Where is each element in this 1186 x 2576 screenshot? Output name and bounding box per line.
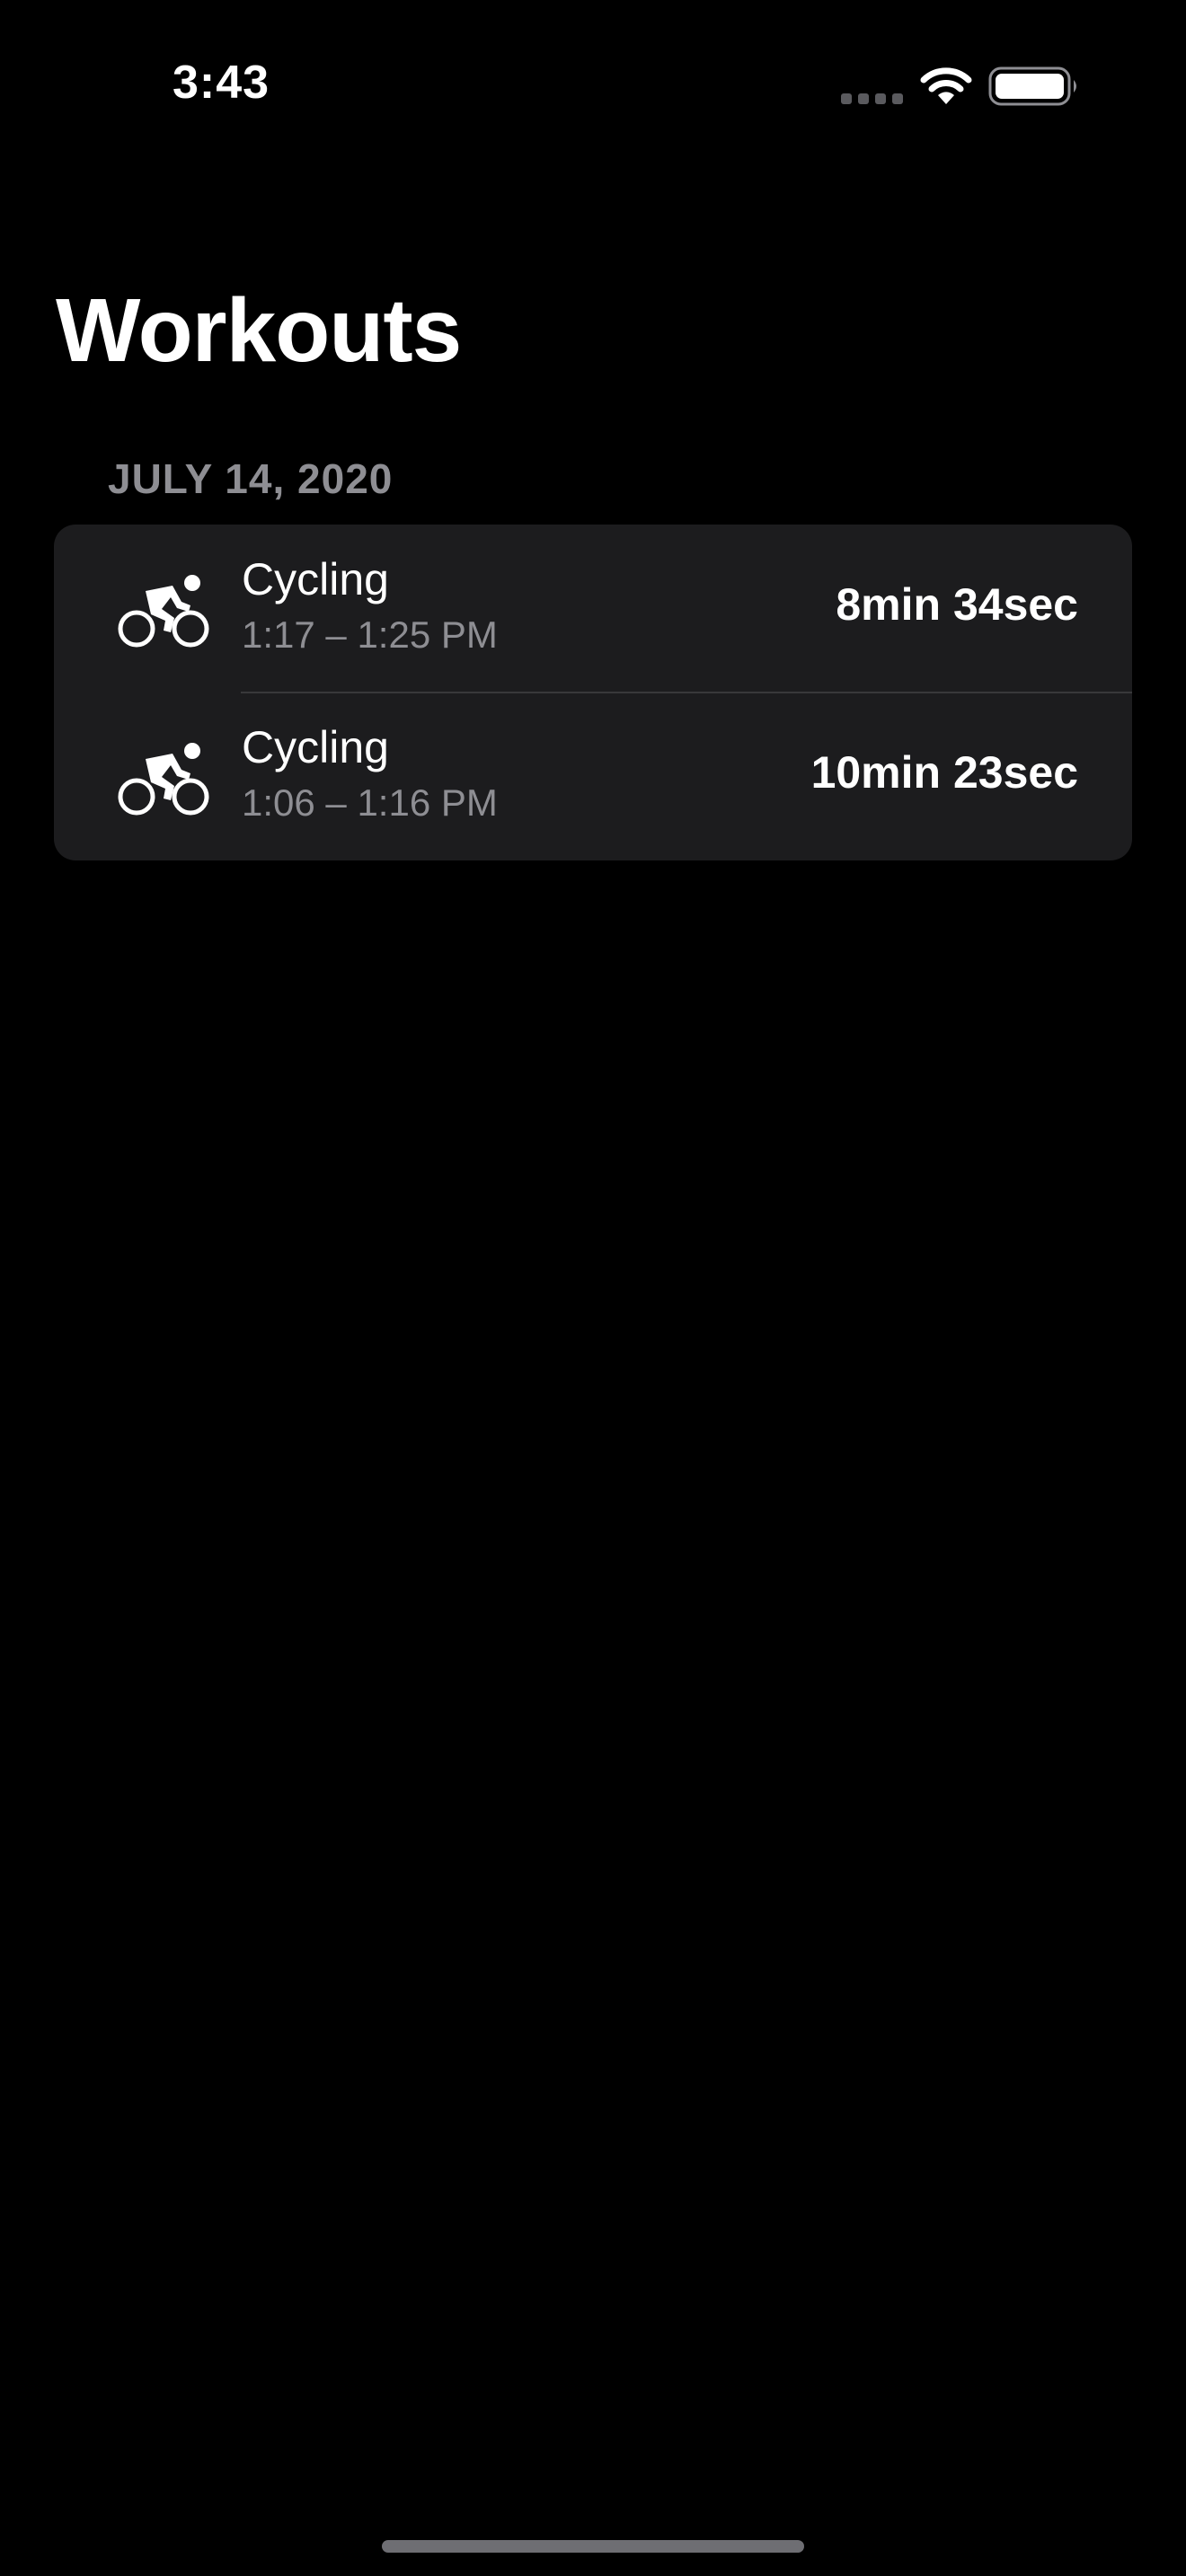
cycling-icon <box>118 743 209 816</box>
status-bar: 3:43 <box>0 0 1186 171</box>
workout-duration: 8min 34sec <box>836 579 1078 630</box>
workout-name: Cycling <box>242 554 389 604</box>
workout-time-range: 1:17 – 1:25 PM <box>242 613 498 656</box>
workout-name: Cycling <box>242 722 389 772</box>
section-header-date: JULY 14, 2020 <box>108 455 394 502</box>
workout-row[interactable]: Cycling 1:06 – 1:16 PM 10min 23sec <box>54 693 1132 860</box>
cycling-icon <box>118 575 209 648</box>
wifi-icon <box>920 67 972 104</box>
status-time: 3:43 <box>173 57 270 109</box>
home-indicator[interactable] <box>382 2540 804 2553</box>
workout-list: Cycling 1:17 – 1:25 PM 8min 34sec Cyclin… <box>54 525 1132 860</box>
cellular-signal-icon <box>841 93 903 104</box>
battery-icon <box>988 66 1076 106</box>
page-title: Workouts <box>56 280 462 381</box>
workout-row[interactable]: Cycling 1:17 – 1:25 PM 8min 34sec <box>54 525 1132 693</box>
workout-duration: 10min 23sec <box>810 747 1078 798</box>
workout-time-range: 1:06 – 1:16 PM <box>242 781 498 824</box>
